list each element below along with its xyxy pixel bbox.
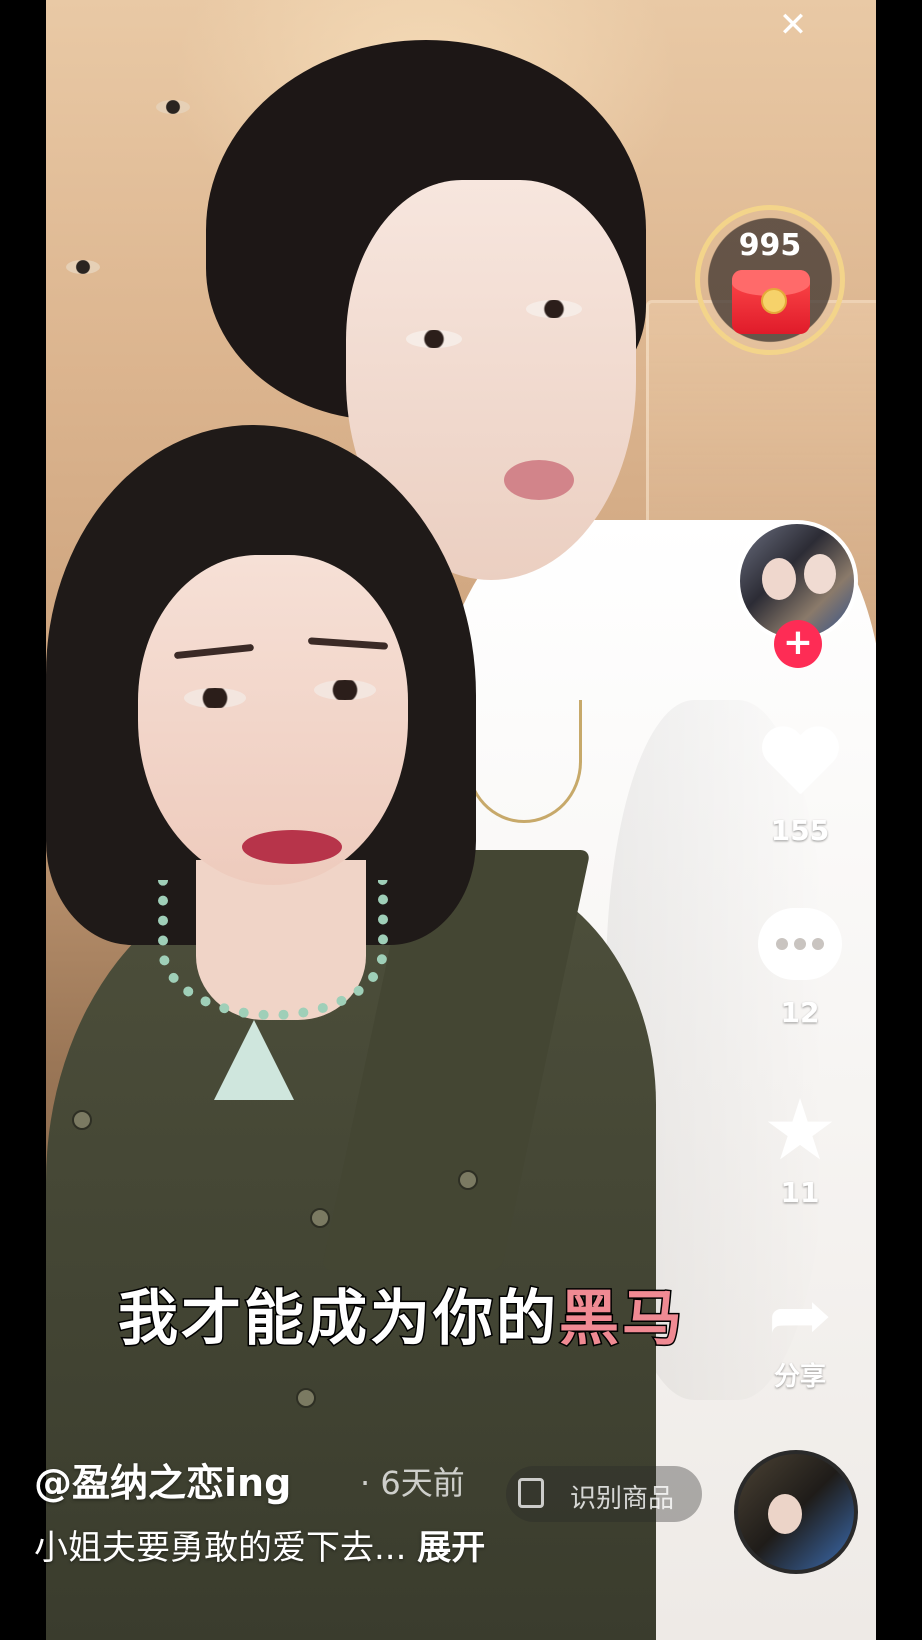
- man-eye: [526, 300, 582, 318]
- author-name[interactable]: @盈纳之恋ing: [34, 1452, 291, 1507]
- like-button[interactable]: 155: [754, 728, 846, 847]
- red-packet-button[interactable]: 995: [695, 205, 845, 355]
- woman-eye: [184, 688, 246, 708]
- favorite-count: 11: [780, 1176, 820, 1209]
- heart-icon: [759, 728, 841, 806]
- share-label: 分享: [773, 1362, 826, 1392]
- man-lips: [504, 460, 574, 500]
- necklace-chain: [466, 700, 582, 823]
- jacket-button: [458, 1170, 478, 1190]
- identify-products-label: 识别商品: [570, 1484, 675, 1514]
- man-eye: [406, 330, 462, 348]
- jacket-button: [72, 1110, 92, 1130]
- plus-icon: +: [782, 622, 814, 663]
- comment-count: 12: [780, 996, 820, 1029]
- shopping-bag-icon: [518, 1478, 544, 1508]
- ceiling-light: [156, 100, 190, 114]
- follow-button[interactable]: +: [774, 620, 822, 668]
- music-disc[interactable]: [734, 1450, 858, 1574]
- expand-link[interactable]: 展开: [417, 1528, 485, 1568]
- caption-highlight: 黑马: [558, 1283, 685, 1356]
- jacket-button: [310, 1208, 330, 1228]
- woman-eye: [314, 680, 376, 700]
- red-packet-count: 995: [738, 228, 802, 263]
- ceiling-light: [66, 260, 100, 274]
- necklace-pendant: [214, 1020, 294, 1100]
- close-icon: ✕: [778, 5, 808, 45]
- share-button[interactable]: ➦ 分享: [754, 1280, 846, 1393]
- description-text: 小姐夫要勇敢的爱下去...: [34, 1528, 407, 1568]
- favorite-button[interactable]: ★ 11: [754, 1088, 846, 1209]
- caption-main: 我才能成为你的: [117, 1283, 559, 1356]
- emerald-necklace: [158, 880, 388, 1020]
- comment-icon: [758, 908, 842, 980]
- like-count: 155: [770, 814, 830, 847]
- video-caption: 我才能成为你的黑马: [117, 1270, 685, 1357]
- close-button[interactable]: ✕: [776, 8, 810, 42]
- share-icon: ➦: [767, 1274, 833, 1356]
- star-icon: ★: [762, 1081, 838, 1179]
- jacket-button: [296, 1388, 316, 1408]
- comment-button[interactable]: 12: [754, 908, 846, 1029]
- identify-products-button[interactable]: 识别商品: [506, 1466, 702, 1522]
- red-envelope-icon: [732, 270, 810, 334]
- video-description: 小姐夫要勇敢的爱下去... 展开: [34, 1520, 485, 1569]
- woman-lips: [242, 830, 342, 864]
- post-time: · 6天前: [360, 1464, 465, 1502]
